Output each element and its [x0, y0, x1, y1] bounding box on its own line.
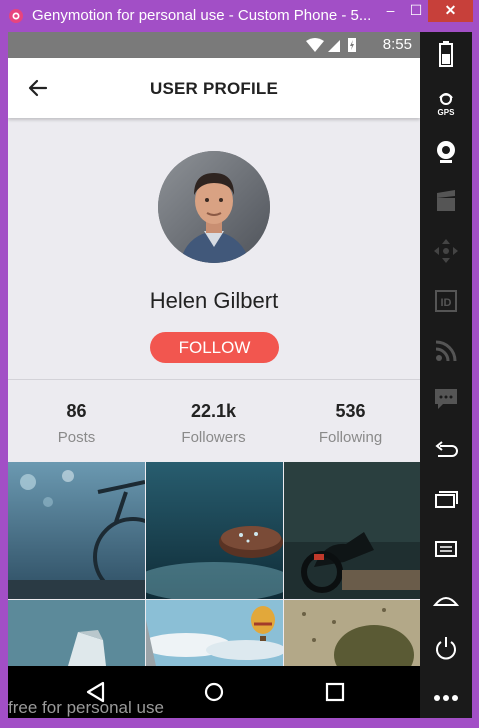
photo-grid — [8, 462, 420, 666]
back-arrow-icon[interactable] — [432, 437, 460, 465]
more-icon[interactable] — [432, 684, 460, 712]
window-title: Genymotion for personal use - Custom Pho… — [32, 7, 372, 24]
android-status-bar: 8:55 — [8, 32, 420, 58]
home-icon[interactable] — [432, 585, 460, 613]
stat-label: Following — [318, 429, 383, 446]
genymotion-window: Genymotion for personal use - Custom Pho… — [0, 0, 479, 728]
stat-value: 536 — [335, 401, 366, 421]
rss-icon[interactable] — [432, 337, 460, 365]
close-button[interactable]: ✕ — [428, 0, 473, 22]
profile-header: Helen Gilbert FOLLOW — [8, 118, 420, 380]
genymotion-toolbar: GPS ID — [420, 32, 472, 720]
status-icons — [306, 38, 356, 52]
windows-taskbar — [0, 718, 479, 728]
hot-air-balloon-photo[interactable] — [146, 600, 283, 666]
circle-home-icon[interactable] — [202, 680, 226, 704]
box-photo[interactable] — [8, 600, 145, 666]
stat-following[interactable]: 536 Following — [282, 380, 419, 462]
id-icon[interactable]: ID — [432, 287, 460, 315]
camera-icon[interactable] — [432, 138, 460, 166]
dpad-icon[interactable] — [432, 237, 460, 265]
app-bar: USER PROFILE — [8, 58, 420, 118]
stat-label: Posts — [57, 429, 96, 446]
id-label: ID — [441, 297, 452, 309]
coffee-beans-photo[interactable] — [146, 462, 283, 599]
stat-posts[interactable]: 86 Posts — [8, 380, 145, 462]
minimize-button[interactable]: – — [377, 0, 404, 22]
clapper-icon[interactable] — [432, 187, 460, 215]
gps-icon[interactable]: GPS — [432, 90, 460, 118]
battery-icon[interactable] — [432, 40, 460, 68]
square-recent-icon[interactable] — [323, 680, 347, 704]
motorcycle-photo[interactable] — [284, 462, 420, 599]
stat-value: 22.1k — [190, 401, 237, 421]
rainy-window-photo[interactable] — [284, 600, 420, 666]
stat-value: 86 — [66, 401, 87, 421]
gps-label: GPS — [438, 108, 456, 117]
genymotion-logo-icon — [9, 9, 23, 23]
message-icon[interactable] — [432, 385, 460, 413]
stat-followers[interactable]: 22.1k Followers — [145, 380, 282, 462]
bicycle-photo[interactable] — [8, 462, 145, 599]
maximize-button[interactable]: ☐ — [404, 0, 428, 22]
profile-stats: 86 Posts 22.1k Followers 536 Following — [8, 380, 420, 462]
page-title: USER PROFILE — [149, 79, 279, 98]
wifi-icon — [306, 38, 324, 52]
status-clock: 8:55 — [382, 36, 412, 53]
follow-button[interactable]: FOLLOW — [150, 332, 279, 363]
recent-apps-icon[interactable] — [432, 486, 460, 514]
power-icon[interactable] — [432, 634, 460, 662]
menu-icon[interactable] — [432, 535, 460, 563]
signal-icon — [328, 40, 340, 52]
window-titlebar[interactable]: Genymotion for personal use - Custom Pho… — [0, 0, 479, 32]
phone-screen: 8:55 USER PROFILE Helen Gilbert FOLLOW 8… — [8, 32, 420, 666]
stat-label: Followers — [181, 429, 246, 446]
watermark-text: free for personal use — [8, 698, 164, 717]
avatar — [158, 151, 270, 263]
user-name: Helen Gilbert — [149, 288, 279, 313]
